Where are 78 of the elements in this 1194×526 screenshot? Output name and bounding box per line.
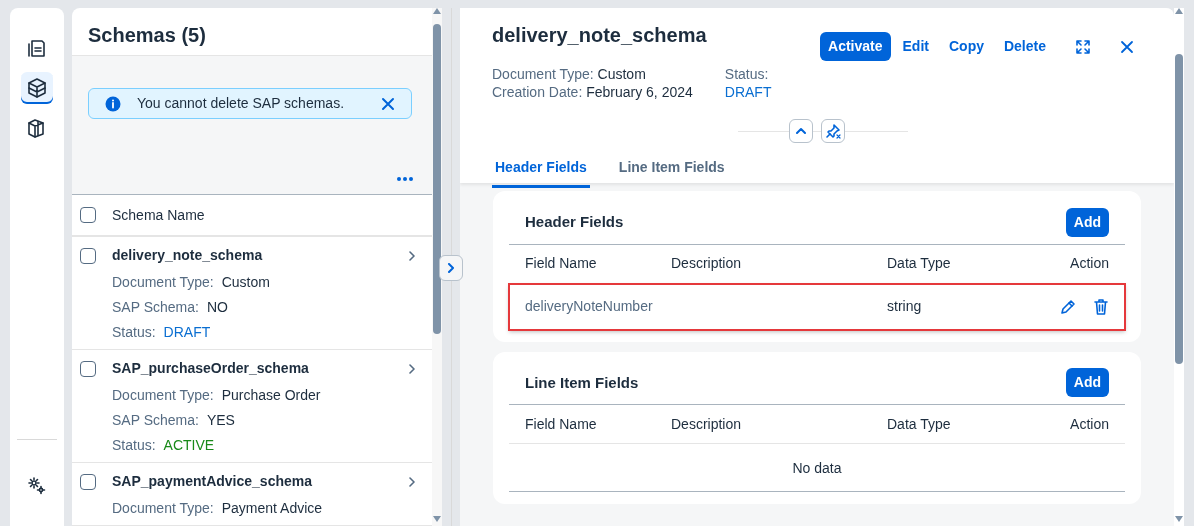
info-icon bbox=[105, 95, 121, 112]
schema-name: SAP_paymentAdvice_schema bbox=[112, 472, 313, 491]
item-checkbox[interactable] bbox=[80, 360, 96, 377]
attribute-value: YES bbox=[206, 411, 235, 430]
message-text: You cannot delete SAP schemas. bbox=[137, 94, 346, 113]
detail-title: delivery_note_schema bbox=[492, 23, 708, 48]
chevron-up-icon bbox=[796, 127, 806, 135]
nav-button[interactable] bbox=[21, 72, 53, 104]
attribute-value: Custom bbox=[221, 273, 270, 292]
column-header: Action bbox=[1069, 414, 1109, 434]
column-header: Action bbox=[1069, 254, 1109, 273]
add-button[interactable]: Add bbox=[1065, 368, 1109, 398]
attribute-value: Purchase Order bbox=[221, 386, 321, 405]
attribute-label: Status: bbox=[112, 436, 156, 455]
attribute-value: DRAFT bbox=[163, 323, 211, 342]
select-all-checkbox[interactable] bbox=[80, 207, 96, 224]
add-button[interactable]: Add bbox=[1065, 207, 1109, 237]
column-header: Description bbox=[671, 414, 743, 434]
attribute-value: NO bbox=[206, 298, 228, 317]
scroll-down-icon bbox=[433, 516, 441, 522]
close-icon bbox=[381, 96, 395, 111]
schema-name: delivery_note_schema bbox=[112, 246, 264, 265]
attribute-label: Document Type: bbox=[112, 499, 214, 518]
column-header: Field Name bbox=[525, 254, 598, 273]
column-header: Field Name bbox=[525, 414, 598, 434]
tab[interactable]: Line Item Fields bbox=[615, 149, 728, 188]
list-item[interactable]: SAP_paymentAdvice_schema Document Type: Payment Advice bbox=[72, 463, 432, 526]
more-icon bbox=[396, 176, 414, 183]
status-value: DRAFT bbox=[724, 83, 772, 101]
fullscreen-icon bbox=[1074, 38, 1092, 57]
section-title: Header Fields bbox=[524, 212, 625, 232]
pin-icon bbox=[825, 123, 841, 139]
close-icon bbox=[1120, 40, 1134, 55]
table-cell-text: deliveryNoteNumber bbox=[525, 297, 654, 316]
scroll-down-icon bbox=[1175, 516, 1183, 522]
collapse-header-button[interactable] bbox=[789, 119, 813, 143]
chevron-icon bbox=[408, 250, 416, 261]
table-cell-text: string bbox=[887, 297, 923, 316]
attribute-label: SAP Schema: bbox=[112, 411, 199, 430]
action-link[interactable]: Edit bbox=[894, 32, 937, 61]
scrollbar[interactable] bbox=[1174, 8, 1184, 526]
panel-title: Schemas (5) bbox=[87, 23, 207, 48]
chevron-icon bbox=[408, 363, 416, 374]
chevron-icon bbox=[447, 263, 455, 273]
column-header: Description bbox=[671, 254, 743, 273]
item-checkbox[interactable] bbox=[80, 247, 96, 264]
activate-button[interactable]: Activate bbox=[820, 32, 891, 61]
tab[interactable]: Header Fields bbox=[492, 149, 590, 188]
trash-icon[interactable] bbox=[1093, 297, 1109, 316]
attribute-label: SAP Schema: bbox=[112, 298, 199, 317]
documents-icon bbox=[26, 37, 48, 59]
column-header: Data Type bbox=[887, 414, 952, 434]
scroll-up-icon bbox=[433, 8, 441, 14]
attribute-value: ACTIVE bbox=[163, 436, 215, 455]
close-message-button[interactable] bbox=[381, 96, 395, 111]
unpin-button[interactable] bbox=[821, 119, 845, 143]
section-title: Line Item Fields bbox=[524, 372, 640, 393]
cube-icon bbox=[26, 77, 48, 99]
column-header: Schema Name bbox=[112, 205, 205, 225]
attribute-label: Document Type: bbox=[112, 386, 214, 405]
chevron-icon bbox=[408, 476, 416, 487]
action-link[interactable]: Copy bbox=[940, 32, 992, 61]
attribute-label: Document Type: bbox=[112, 273, 214, 292]
meta-text: Creation Date: February 6, 2024 bbox=[492, 83, 693, 101]
scroll-up-icon bbox=[1175, 8, 1183, 14]
column-header: Data Type bbox=[887, 254, 952, 273]
meta-text: Document Type: Custom bbox=[492, 65, 647, 83]
expand-button[interactable] bbox=[439, 255, 463, 281]
pencil-icon[interactable] bbox=[1059, 297, 1077, 316]
meta-label: Status: bbox=[724, 65, 770, 83]
attribute-value: Payment Advice bbox=[221, 499, 323, 518]
item-checkbox[interactable] bbox=[80, 473, 96, 490]
schema-name: SAP_purchaseOrder_schema bbox=[112, 359, 310, 378]
action-link[interactable]: Delete bbox=[995, 32, 1054, 61]
attribute-label: Status: bbox=[112, 323, 156, 342]
scrollbar[interactable] bbox=[432, 8, 442, 526]
settings-icon bbox=[26, 475, 48, 497]
empty-message: No data bbox=[509, 444, 1125, 492]
